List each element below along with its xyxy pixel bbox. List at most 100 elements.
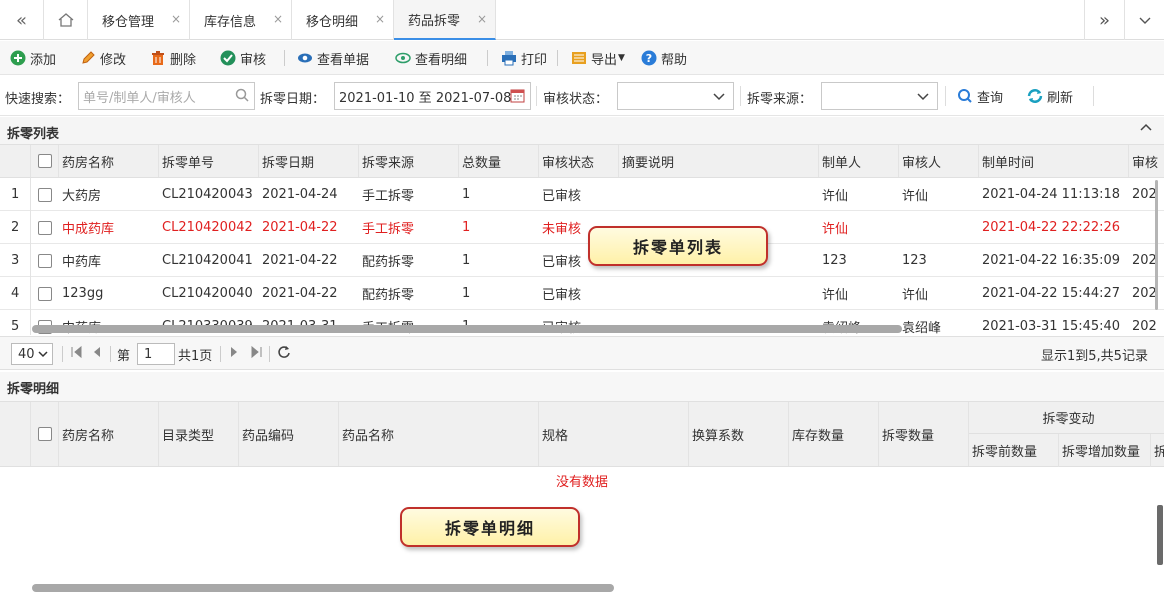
checkbox[interactable] bbox=[37, 154, 52, 168]
col-header[interactable]: 药房名称 bbox=[59, 402, 159, 466]
select-all-checkbox[interactable] bbox=[31, 145, 59, 177]
cell-status: 未审核 bbox=[542, 222, 582, 237]
home-icon[interactable] bbox=[44, 0, 88, 40]
cell-created-at: 2021-04-22 15:44:27 bbox=[982, 286, 1121, 301]
plus-icon bbox=[10, 50, 26, 66]
export-button[interactable]: 导出 ▼ bbox=[571, 48, 625, 68]
close-icon[interactable]: × bbox=[477, 12, 487, 26]
tab-drug-unpacking[interactable]: 药品拆零 × bbox=[394, 0, 496, 40]
add-button[interactable]: 添加 bbox=[10, 48, 56, 68]
col-header[interactable]: 规格 bbox=[539, 402, 689, 466]
source-select[interactable] bbox=[821, 82, 938, 110]
col-header[interactable]: 制单时间 bbox=[979, 145, 1129, 177]
last-page-icon[interactable] bbox=[251, 345, 263, 363]
select-all-checkbox[interactable] bbox=[31, 402, 59, 466]
close-icon[interactable]: × bbox=[273, 12, 283, 26]
col-header[interactable]: 库存数量 bbox=[789, 402, 879, 466]
scroll-tabs-left-icon[interactable]: « bbox=[0, 0, 44, 40]
row-checkbox[interactable] bbox=[31, 277, 59, 310]
col-header[interactable]: 换算系数 bbox=[689, 402, 789, 466]
col-header[interactable]: 药品名称 bbox=[339, 402, 539, 466]
checkbox[interactable] bbox=[38, 187, 52, 202]
horizontal-scrollbar[interactable] bbox=[32, 325, 902, 333]
audit-status-select[interactable] bbox=[617, 82, 734, 110]
view-document-button[interactable]: 查看单据 bbox=[297, 48, 369, 68]
col-header[interactable]: 拆零来源 bbox=[359, 145, 459, 177]
query-button[interactable]: 查询 bbox=[957, 86, 1003, 106]
date-range-input[interactable]: 2021-01-10 至 2021-07-08 bbox=[334, 82, 531, 110]
chevron-down-icon[interactable] bbox=[1124, 0, 1164, 40]
vertical-scrollbar[interactable] bbox=[1155, 180, 1158, 310]
refresh-button[interactable]: 刷新 bbox=[1027, 86, 1073, 106]
caret-down-icon: ▼ bbox=[618, 53, 625, 63]
checkbox[interactable] bbox=[37, 427, 52, 441]
tab-inventory-info[interactable]: 库存信息 × bbox=[190, 0, 292, 40]
col-header[interactable]: 审核状态 bbox=[539, 145, 619, 177]
close-icon[interactable]: × bbox=[171, 12, 181, 26]
cell-order-no: CL210420040 bbox=[162, 286, 253, 301]
export-icon bbox=[571, 50, 587, 66]
scroll-tabs-right-icon[interactable]: » bbox=[1084, 0, 1124, 40]
view-detail-button[interactable]: 查看明细 bbox=[395, 48, 467, 68]
row-checkbox[interactable] bbox=[31, 211, 59, 244]
col-header[interactable]: 制单人 bbox=[819, 145, 899, 177]
checkbox[interactable] bbox=[38, 286, 52, 301]
page-size-select[interactable]: 40 bbox=[11, 343, 53, 365]
close-icon[interactable]: × bbox=[375, 12, 385, 26]
tab-transfer-management[interactable]: 移仓管理 × bbox=[88, 0, 190, 40]
edit-button[interactable]: 修改 bbox=[80, 48, 126, 68]
svg-text:?: ? bbox=[646, 52, 652, 65]
record-summary: 显示1到5,共5记录 bbox=[1041, 349, 1148, 364]
cell-qty: 1 bbox=[462, 253, 471, 268]
tab-transfer-detail[interactable]: 移仓明细 × bbox=[292, 0, 394, 40]
first-page-icon[interactable] bbox=[70, 345, 82, 363]
col-header[interactable]: 拆零数量 bbox=[879, 402, 969, 466]
col-header[interactable]: 目录类型 bbox=[159, 402, 239, 466]
audit-button[interactable]: 审核 bbox=[220, 48, 266, 68]
row-checkbox[interactable] bbox=[31, 178, 59, 211]
prev-page-icon[interactable] bbox=[92, 345, 102, 363]
help-icon: ? bbox=[641, 50, 657, 66]
col-header[interactable]: 拆 bbox=[1151, 434, 1164, 467]
help-button[interactable]: ? 帮助 bbox=[641, 48, 687, 68]
next-page-icon[interactable] bbox=[229, 345, 239, 363]
reload-icon[interactable] bbox=[277, 345, 291, 363]
table-row[interactable]: 1 大药房 CL210420043 2021-04-24 手工拆零 1 已审核 许仙 许仙 202… bbox=[0, 178, 1164, 211]
col-header[interactable]: 审核 bbox=[1129, 145, 1164, 177]
cell-qty: 1 bbox=[462, 220, 471, 235]
list-grid: 药房名称 拆零单号 拆零日期 拆零来源 总数量 审核状态 摘要说明 制单人 审核… bbox=[0, 145, 1164, 335]
table-row[interactable]: 4 123gg CL210420040 2021-04-22 配药拆零 1 已审核 许仙 许仙 2… bbox=[0, 277, 1164, 310]
delete-button[interactable]: 删除 bbox=[150, 48, 196, 68]
col-header[interactable]: 药房名称 bbox=[59, 145, 159, 177]
table-row[interactable]: 2 中成药库 CL210420042 2021-04-22 手工拆零 1 未审核 许仙 2021… bbox=[0, 211, 1164, 244]
checkbox[interactable] bbox=[38, 220, 52, 235]
date-label: 拆零日期： bbox=[260, 92, 326, 107]
print-button[interactable]: 打印 bbox=[501, 48, 547, 68]
col-header[interactable]: 拆零单号 bbox=[159, 145, 259, 177]
col-header[interactable]: 拆零日期 bbox=[259, 145, 359, 177]
checkbox[interactable] bbox=[38, 253, 52, 268]
search-icon bbox=[235, 88, 249, 106]
col-header[interactable]: 摘要说明 bbox=[619, 145, 819, 177]
col-header[interactable]: 总数量 bbox=[459, 145, 539, 177]
list-section-title: 拆零列表 bbox=[7, 127, 60, 142]
cell-creator: 123 bbox=[822, 253, 847, 268]
col-header[interactable]: 拆零增加数量 bbox=[1059, 434, 1151, 467]
cell-source: 手工拆零 bbox=[362, 222, 415, 237]
query-label: 查询 bbox=[977, 90, 1004, 106]
quick-search-input[interactable]: 单号/制单人/审核人 bbox=[78, 82, 255, 110]
table-row[interactable]: 3 中药库 CL210420041 2021-04-22 配药拆零 1 已审核 123 123 2… bbox=[0, 244, 1164, 277]
calendar-icon[interactable] bbox=[510, 88, 525, 107]
cell-order-no: CL210420043 bbox=[162, 187, 253, 202]
cell-status: 已审核 bbox=[542, 288, 582, 303]
horizontal-scrollbar[interactable] bbox=[32, 584, 614, 592]
col-header[interactable]: 药品编码 bbox=[239, 402, 339, 466]
page-number-input[interactable]: 1 bbox=[137, 343, 175, 365]
collapse-icon[interactable] bbox=[1140, 121, 1152, 139]
col-header[interactable]: 审核人 bbox=[899, 145, 979, 177]
pagination-bar: 40 第 1 共1页 显示1到5,共5记录 bbox=[0, 336, 1164, 370]
row-checkbox[interactable] bbox=[31, 244, 59, 277]
divider bbox=[62, 346, 63, 362]
side-handle[interactable] bbox=[1157, 505, 1163, 565]
col-header[interactable]: 拆零前数量 bbox=[969, 434, 1059, 467]
